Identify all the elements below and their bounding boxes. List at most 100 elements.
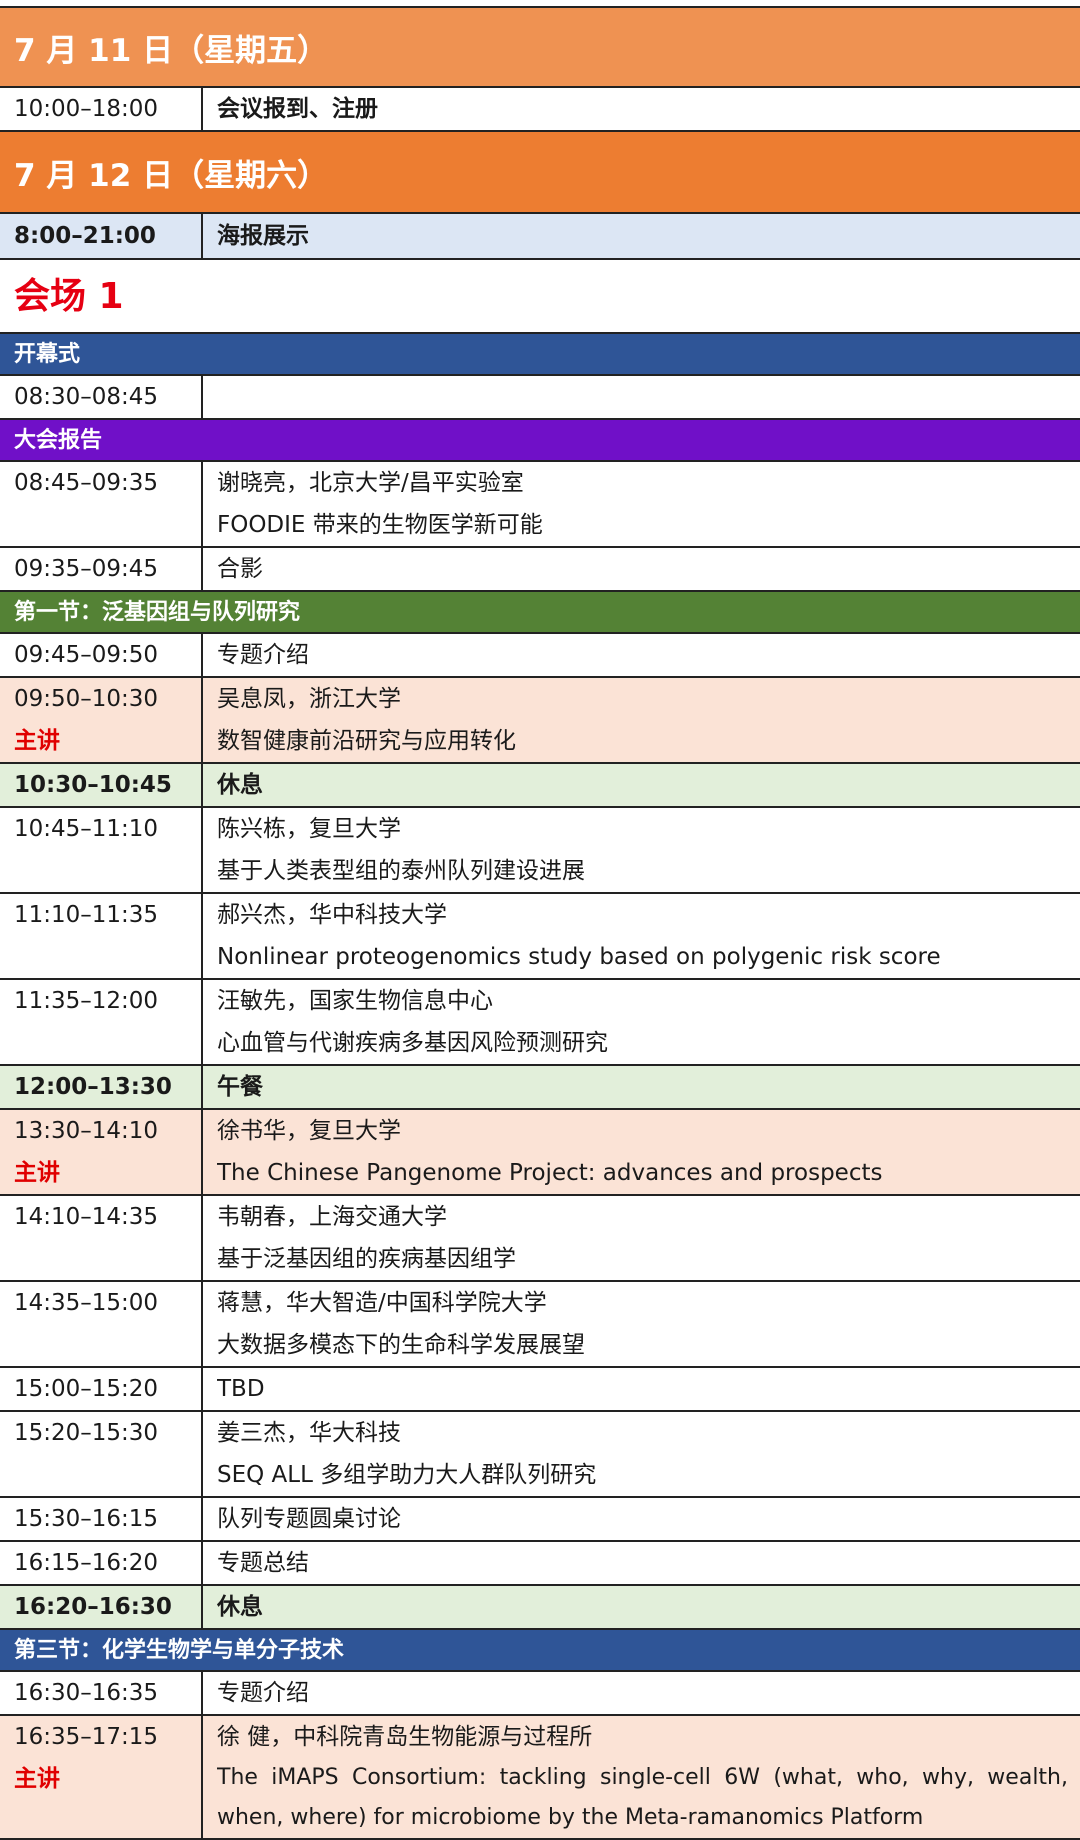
speaker-label: 郝兴杰，华中科技大学 (217, 902, 447, 928)
day-header: 7 月 12 日（星期六） (0, 132, 1080, 214)
table-row: 16:20–16:30 休息 (0, 1585, 1080, 1630)
time-label: 12:00–13:30 (14, 1074, 172, 1100)
keynote-tag: 主讲 (14, 1766, 60, 1792)
talk-title: The Chinese Pangenome Project: advances … (217, 1160, 883, 1186)
time-cell: 10:00–18:00 (0, 88, 203, 132)
table-row: 09:35–09:45 合影 (0, 547, 1080, 592)
speaker-label: 专题介绍 (217, 1680, 309, 1706)
section-header: 大会报告 (0, 420, 1080, 462)
time-cell: 14:35–15:00 (0, 1281, 203, 1368)
table-row: 08:30–08:45 (0, 376, 1080, 420)
time-label: 16:15–16:20 (14, 1550, 159, 1576)
time-label: 10:00–18:00 (14, 96, 159, 122)
talk-title: FOODIE 带来的生物医学新可能 (217, 512, 543, 538)
speaker-label: 徐 健，中科院青岛生物能源与过程所 (217, 1724, 593, 1750)
time-cell: 10:45–11:10 (0, 807, 203, 894)
time-label: 11:10–11:35 (14, 902, 159, 928)
time-cell: 8:00–21:00 (0, 214, 203, 260)
time-cell: 16:35–17:15 主讲 (0, 1715, 203, 1840)
section-header: 第一节：泛基因组与队列研究 (0, 592, 1080, 634)
speaker-label: 陈兴栋，复旦大学 (217, 816, 401, 842)
time-cell: 10:30–10:45 (0, 763, 203, 808)
speaker-label: 专题介绍 (217, 642, 309, 668)
opening-table: 08:30–08:45 (0, 376, 1080, 420)
table-row: 10:30–10:45 休息 (0, 763, 1080, 808)
time-label: 08:30–08:45 (14, 384, 159, 410)
section1-table: 09:45–09:50 专题介绍 09:50–10:30 主讲 吴息凤，浙江大学 数智健康… (0, 634, 1080, 1630)
table-row: 15:00–15:20 TBD (0, 1367, 1080, 1412)
time-label: 16:35–17:15 (14, 1724, 159, 1750)
time-cell: 09:35–09:45 (0, 547, 203, 592)
table-row: 16:15–16:20 专题总结 (0, 1541, 1080, 1586)
time-label: 08:45–09:35 (14, 470, 159, 496)
info-cell: 汪敏先，国家生物信息中心 心血管与代谢疾病多基因风险预测研究 (202, 979, 1080, 1066)
day1-table: 10:00–18:00 会议报到、注册 (0, 88, 1080, 132)
talk-title: Nonlinear proteogenomics study based on … (217, 944, 941, 970)
session-title: 会议报到、注册 (217, 96, 378, 122)
session-title: 海报展示 (217, 223, 309, 249)
talk-title: 大数据多模态下的生命科学发展展望 (217, 1332, 585, 1358)
info-cell: 休息 (202, 1585, 1080, 1630)
time-label: 15:00–15:20 (14, 1376, 159, 1402)
time-label: 15:20–15:30 (14, 1420, 159, 1446)
table-row: 14:10–14:35 韦朝春，上海交通大学 基于泛基因组的疾病基因组学 (0, 1195, 1080, 1282)
time-label: 16:20–16:30 (14, 1594, 172, 1620)
info-cell: TBD (202, 1367, 1080, 1412)
time-label: 09:50–10:30 (14, 686, 159, 712)
info-cell: 徐书华，复旦大学 The Chinese Pangenome Project: a… (202, 1109, 1080, 1196)
time-cell: 11:10–11:35 (0, 893, 203, 980)
speaker-label: TBD (217, 1376, 265, 1402)
time-label: 11:35–12:00 (14, 988, 159, 1014)
table-row: 16:35–17:15 主讲 徐 健，中科院青岛生物能源与过程所 The iMAPS … (0, 1715, 1080, 1840)
info-cell: 合影 (202, 547, 1080, 592)
time-cell: 16:20–16:30 (0, 1585, 203, 1630)
speaker-label: 谢晓亮，北京大学/昌平实验室 (217, 470, 524, 496)
venue-title: 会场 1 (0, 260, 1080, 334)
table-row: 09:45–09:50 专题介绍 (0, 634, 1080, 678)
info-cell: 姜三杰，华大科技 SEQ ALL 多组学助力大人群队列研究 (202, 1411, 1080, 1498)
time-cell: 08:45–09:35 (0, 462, 203, 548)
speaker-label: 蒋慧，华大智造/中国科学院大学 (217, 1290, 547, 1316)
time-label: 14:35–15:00 (14, 1290, 159, 1316)
time-label: 09:45–09:50 (14, 642, 159, 668)
speaker-label: 队列专题圆桌讨论 (217, 1506, 401, 1532)
table-row: 10:00–18:00 会议报到、注册 (0, 88, 1080, 132)
time-label: 16:30–16:35 (14, 1680, 159, 1706)
info-cell: 徐 健，中科院青岛生物能源与过程所 The iMAPS Consortium: t… (202, 1715, 1080, 1840)
table-row: 11:10–11:35 郝兴杰，华中科技大学 Nonlinear proteogen… (0, 893, 1080, 980)
speaker-label: 午餐 (217, 1074, 263, 1100)
keynote-tag: 主讲 (14, 728, 60, 754)
talk-title: The iMAPS Consortium: tackling single-ce… (217, 1765, 1068, 1830)
time-label: 09:35–09:45 (14, 556, 159, 582)
time-cell: 15:20–15:30 (0, 1411, 203, 1498)
time-cell: 16:30–16:35 (0, 1672, 203, 1716)
speaker-label: 姜三杰，华大科技 (217, 1420, 401, 1446)
time-cell: 16:15–16:20 (0, 1541, 203, 1586)
info-cell: 蒋慧，华大智造/中国科学院大学大数据多模态下的生命科学发展展望 (202, 1281, 1080, 1368)
table-row: 11:35–12:00 汪敏先，国家生物信息中心 心血管与代谢疾病多基因风险预测研究 (0, 979, 1080, 1066)
time-cell: 09:50–10:30 主讲 (0, 677, 203, 764)
table-row: 8:00–21:00 海报展示 (0, 214, 1080, 260)
speaker-label: 韦朝春，上海交通大学 (217, 1204, 447, 1230)
table-row: 13:30–14:10 主讲 徐书华，复旦大学 The Chinese Pangeno… (0, 1109, 1080, 1196)
section3-table: 16:30–16:35 专题介绍 16:35–17:15 主讲 徐 健，中科院青岛生物能… (0, 1672, 1080, 1840)
keynote-tag: 主讲 (14, 1160, 60, 1186)
speaker-label: 专题总结 (217, 1550, 309, 1576)
table-row: 16:30–16:35 专题介绍 (0, 1672, 1080, 1716)
time-cell: 15:30–16:15 (0, 1497, 203, 1542)
talk-title: 数智健康前沿研究与应用转化 (217, 728, 516, 754)
table-row: 14:35–15:00 蒋慧，华大智造/中国科学院大学大数据多模态下的生命科学发展… (0, 1281, 1080, 1368)
time-cell: 13:30–14:10 主讲 (0, 1109, 203, 1196)
speaker-label: 汪敏先，国家生物信息中心 (217, 988, 493, 1014)
info-cell: 陈兴栋，复旦大学 基于人类表型组的泰州队列建设进展 (202, 807, 1080, 894)
time-label: 15:30–16:15 (14, 1506, 159, 1532)
info-cell: 专题介绍 (202, 1672, 1080, 1716)
info-cell: 队列专题圆桌讨论 (202, 1497, 1080, 1542)
table-row: 09:50–10:30 主讲 吴息凤，浙江大学 数智健康前沿研究与应用转化 (0, 677, 1080, 764)
speaker-label: 休息 (217, 772, 263, 798)
talk-title: SEQ ALL 多组学助力大人群队列研究 (217, 1462, 597, 1488)
table-row: 15:30–16:15 队列专题圆桌讨论 (0, 1497, 1080, 1542)
time-label: 10:45–11:10 (14, 816, 159, 842)
info-cell: 海报展示 (202, 214, 1080, 260)
table-row: 15:20–15:30 姜三杰，华大科技 SEQ ALL 多组学助力大人群队列研究 (0, 1411, 1080, 1498)
